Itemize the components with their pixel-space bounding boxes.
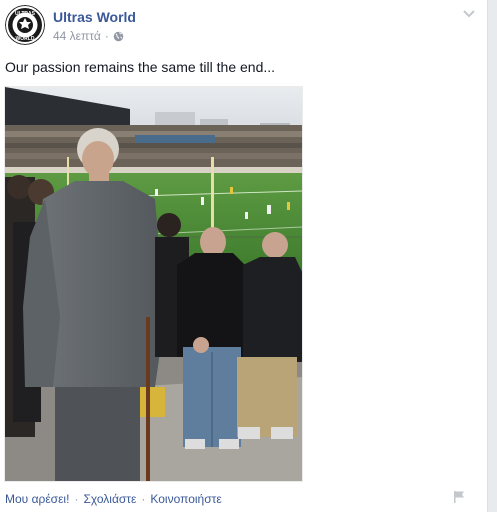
logo-bottom-text: WORLD [16, 36, 35, 42]
comment-link[interactable]: Σχολιάστε [83, 492, 136, 506]
scrollbar-track[interactable] [487, 0, 497, 512]
meta-separator: · [104, 29, 109, 43]
page-avatar[interactable]: ULTRAS WORLD [5, 5, 45, 45]
post-card: ULTRAS WORLD Ultras World 44 λεπτά · Our… [0, 0, 487, 512]
globe-icon[interactable] [113, 31, 124, 42]
action-separator: · [74, 492, 79, 506]
action-separator: · [141, 492, 146, 506]
post-timestamp[interactable]: 44 λεπτά [53, 29, 101, 43]
stadium-photo [5, 87, 302, 481]
page-name-link[interactable]: Ultras World [53, 9, 136, 25]
flag-icon[interactable] [452, 490, 466, 504]
share-link[interactable]: Κοινοποιήστε [150, 492, 221, 506]
post-photo[interactable] [4, 86, 303, 482]
chevron-down-icon[interactable] [462, 8, 476, 20]
logo-top-text: ULTRAS [15, 11, 36, 17]
like-link[interactable]: Μου αρέσει! [5, 492, 69, 506]
ultras-world-logo-icon: ULTRAS WORLD [5, 5, 45, 45]
post-meta: 44 λεπτά · [53, 29, 124, 43]
post-actions: Μου αρέσει! · Σχολιάστε · Κοινοποιήστε [5, 492, 222, 506]
post-message: Our passion remains the same till the en… [5, 59, 276, 75]
